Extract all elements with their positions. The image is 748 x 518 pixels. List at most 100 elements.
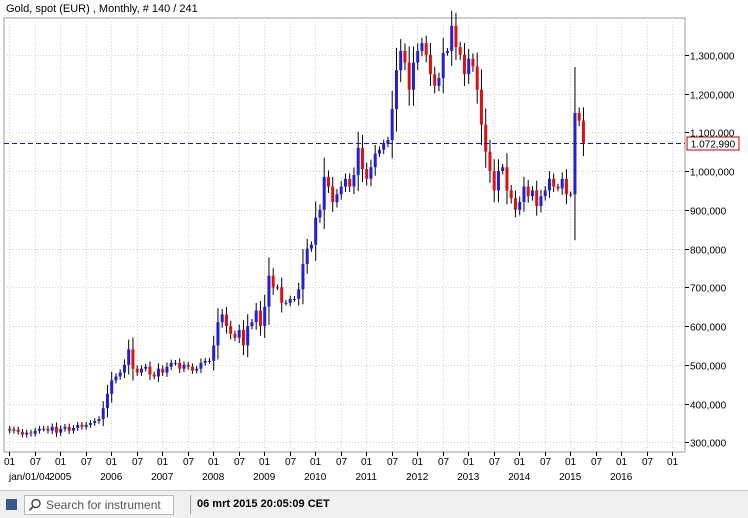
- x-tick-month-label: 01: [259, 457, 271, 468]
- y-tick-label: 400,000: [690, 401, 727, 412]
- candle-up: [139, 368, 143, 373]
- x-tick-month-label: 07: [336, 457, 348, 468]
- candle-down: [403, 50, 407, 63]
- candle-up: [250, 322, 254, 327]
- x-tick-month-label: 01: [361, 457, 373, 468]
- candle-up: [292, 298, 296, 300]
- x-tick-month-label: 01: [106, 457, 118, 468]
- x-tick-year-label: 2015: [559, 472, 582, 483]
- candle-up: [373, 153, 377, 168]
- candle-up: [50, 426, 54, 431]
- toolbar-divider: [190, 495, 191, 514]
- candle-down: [348, 178, 352, 187]
- chart-window: 300,000 400,000 500,000 600,000 700,000 800,0…: [0, 0, 748, 518]
- candle-up: [37, 428, 41, 431]
- candle-up: [173, 362, 177, 364]
- y-tick-label: 700,000: [690, 284, 727, 295]
- candle-down: [67, 426, 71, 431]
- candle-down: [258, 310, 262, 327]
- x-tick-month-label: 07: [642, 457, 654, 468]
- candle-up: [118, 372, 122, 377]
- candle-up: [394, 70, 398, 110]
- candle-down: [16, 429, 20, 432]
- candle-up: [560, 178, 564, 189]
- candle-up: [356, 147, 360, 175]
- search-input[interactable]: [46, 497, 170, 512]
- candle-up: [122, 364, 126, 373]
- timestamp: 06 mrt 2015 20:05:09 CET: [197, 498, 330, 510]
- x-tick-year-label: 2014: [508, 472, 531, 483]
- panel-toggle-icon[interactable]: [6, 499, 17, 510]
- candle-up: [105, 393, 109, 409]
- candle-up: [445, 50, 449, 53]
- candle-up: [501, 167, 505, 172]
- candle-down: [152, 374, 156, 377]
- candle-up: [71, 427, 75, 431]
- chart-title: Gold, spot (EUR) , Monthly, # 140 / 241: [6, 3, 198, 15]
- x-tick-year-label: 2010: [304, 472, 327, 483]
- candle-down: [233, 333, 237, 338]
- candle-up: [288, 298, 292, 303]
- candle-up: [522, 186, 526, 203]
- candle-down: [224, 314, 228, 327]
- x-tick-month-label: 07: [285, 457, 297, 468]
- x-tick-month-label: 01: [616, 457, 628, 468]
- instrument-search-box[interactable]: [24, 495, 174, 515]
- candle-up: [12, 429, 16, 431]
- candle-up: [169, 362, 173, 367]
- candle-up: [182, 364, 186, 369]
- candle-up: [275, 287, 279, 289]
- candle-up: [547, 178, 551, 191]
- candle-down: [552, 178, 556, 187]
- candle-up: [195, 368, 199, 371]
- candle-up: [441, 52, 445, 79]
- x-tick-month-label: 01: [667, 457, 679, 468]
- y-tick-label: 1,300,000: [690, 52, 735, 63]
- candle-up: [411, 62, 415, 90]
- candle-up: [144, 366, 148, 369]
- candle-up: [297, 289, 301, 299]
- candle-down: [148, 366, 152, 375]
- candle-down: [509, 190, 513, 199]
- candle-up: [450, 25, 454, 51]
- x-tick-month-label: 07: [132, 457, 144, 468]
- candle-down: [577, 112, 581, 121]
- x-tick-month-label: 01: [463, 457, 475, 468]
- price-chart[interactable]: 300,000 400,000 500,000 600,000 700,000 800,0…: [0, 0, 748, 490]
- candle-down: [424, 43, 428, 55]
- candle-up: [301, 264, 305, 290]
- y-tick-label: 900,000: [690, 207, 727, 218]
- candle-up: [165, 366, 169, 373]
- plot-area: [3, 17, 686, 453]
- y-tick-label: 300,000: [690, 439, 727, 450]
- candle-up: [88, 422, 92, 425]
- bottom-toolbar: 06 mrt 2015 20:05:09 CET: [0, 490, 748, 518]
- candle-down: [229, 326, 233, 334]
- candle-down: [178, 362, 182, 369]
- x-tick-month-label: 07: [234, 457, 246, 468]
- candle-up: [156, 368, 160, 377]
- candle-up: [93, 421, 97, 423]
- candle-down: [54, 426, 58, 433]
- candle-down: [454, 25, 458, 48]
- candle-down: [360, 147, 364, 170]
- candle-down: [475, 66, 479, 90]
- x-tick-month-label: 01: [565, 457, 577, 468]
- candle-down: [428, 54, 432, 75]
- x-tick-month-label: 07: [540, 457, 552, 468]
- candle-up: [309, 244, 313, 249]
- candle-up: [352, 174, 356, 187]
- y-tick-label: 600,000: [690, 323, 727, 334]
- x-tick-month-label: 07: [183, 457, 195, 468]
- x-tick-month-label: 07: [438, 457, 450, 468]
- candle-up: [305, 248, 309, 265]
- candle-up: [33, 430, 37, 434]
- candle-up: [110, 380, 114, 394]
- x-tick-month-label: 01: [310, 457, 322, 468]
- x-tick-year-label: 2013: [457, 472, 480, 483]
- x-tick-month-label: 07: [489, 457, 501, 468]
- candle-up: [246, 326, 250, 346]
- candle-up: [416, 50, 420, 63]
- candle-up: [539, 196, 543, 206]
- candle-up: [127, 349, 131, 365]
